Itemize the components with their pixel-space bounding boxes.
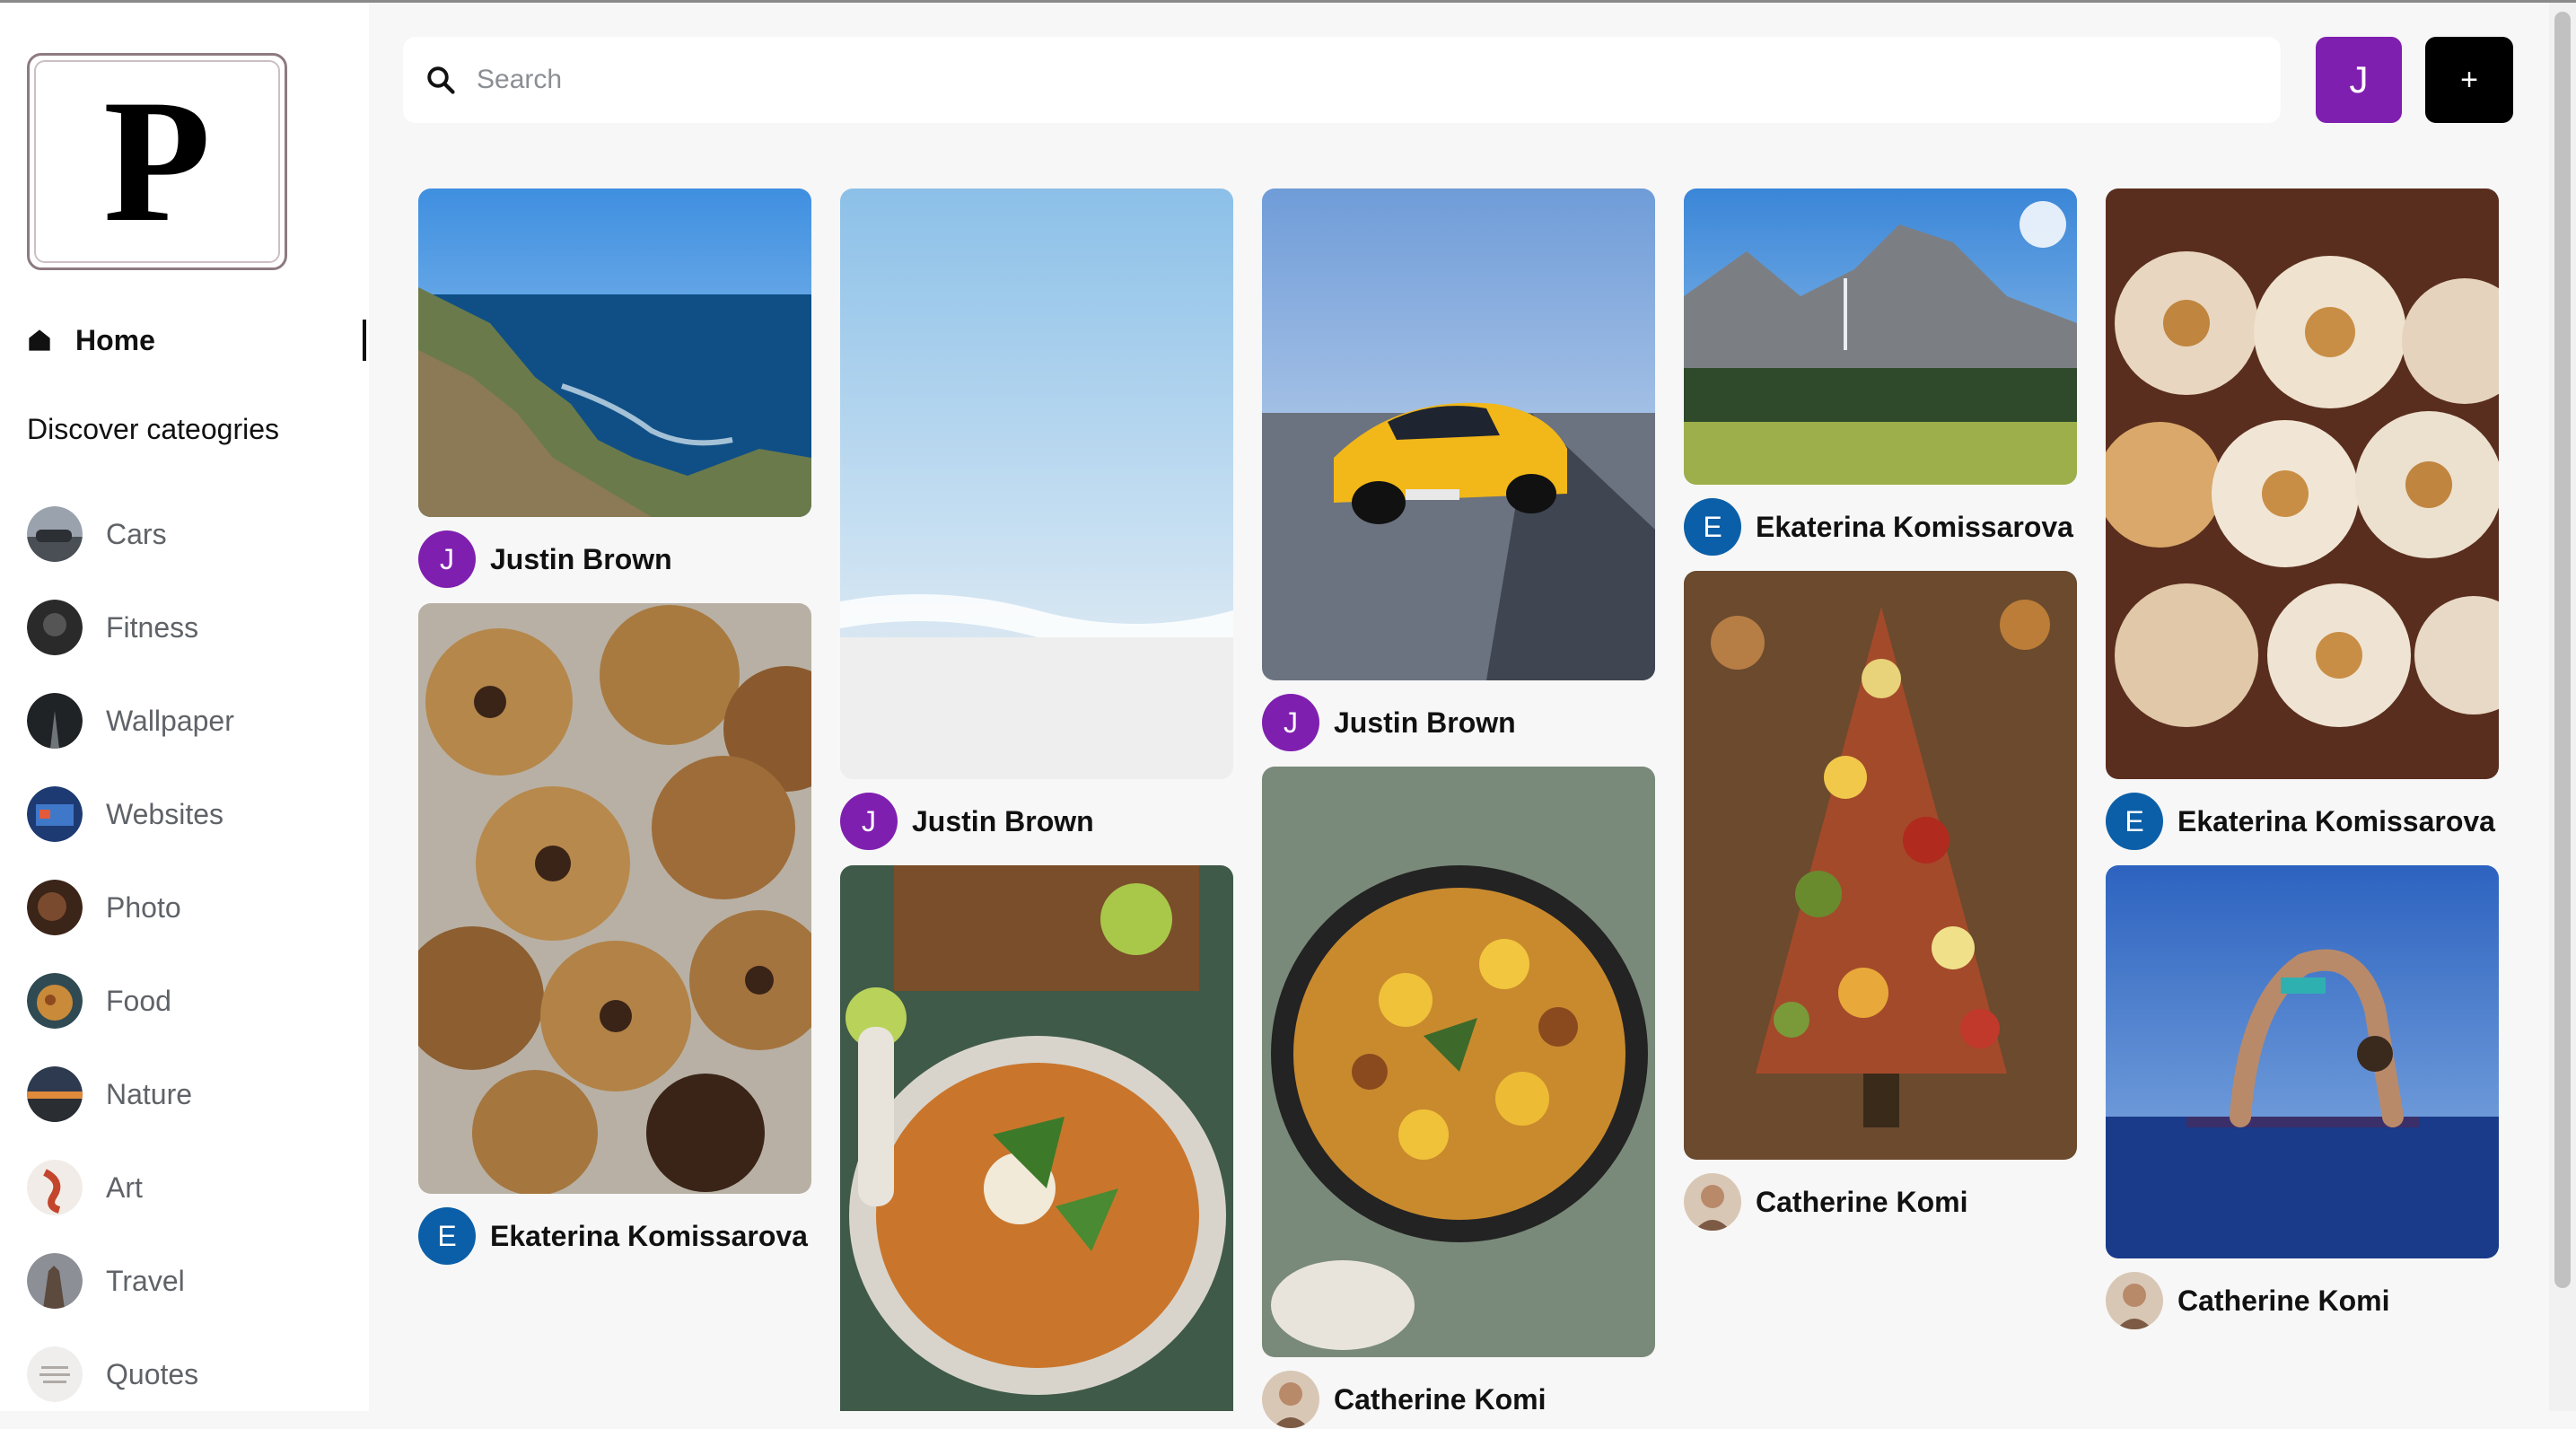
category-list: Cars Fitness Wallpaper Websites Photo Fo…: [27, 487, 359, 1421]
search-bar[interactable]: [403, 37, 2281, 123]
logo-frame: P: [34, 60, 280, 263]
user-avatar-button[interactable]: J: [2316, 37, 2402, 123]
author-name: Ekaterina Komissarova: [2177, 804, 2495, 837]
home-icon: [29, 329, 50, 351]
pin-author[interactable]: J Justin Brown: [418, 530, 672, 589]
websites-thumbnail-icon: [27, 786, 83, 842]
yoga-water-photo: [2106, 865, 2499, 1258]
pin-image-car[interactable]: [1262, 188, 1655, 680]
beach-aerial-photo: [840, 188, 1233, 779]
author-name: Justin Brown: [490, 542, 672, 575]
pin-author[interactable]: J Justin Brown: [840, 792, 1094, 851]
author-avatar: J: [418, 530, 476, 588]
author-avatar: J: [1262, 694, 1319, 751]
pin-author[interactable]: Catherine Komi: [1684, 1172, 1967, 1232]
logo[interactable]: P: [27, 53, 287, 270]
category-label: Wallpaper: [106, 704, 234, 737]
pin-image-charcuterie[interactable]: [1684, 571, 2077, 1160]
scrollbar[interactable]: [2549, 3, 2576, 1411]
category-label: Websites: [106, 797, 224, 830]
category-travel[interactable]: Travel: [27, 1234, 359, 1328]
author-name: Justin Brown: [1334, 706, 1516, 739]
search-icon: [427, 66, 455, 94]
pin-image-beach[interactable]: [840, 188, 1233, 779]
category-nature[interactable]: Nature: [27, 1048, 359, 1141]
fitness-thumbnail-icon: [27, 600, 83, 655]
pin-image-curry[interactable]: [840, 865, 1233, 1411]
add-pin-button[interactable]: +: [2425, 37, 2513, 123]
category-photo[interactable]: Photo: [27, 861, 359, 954]
logo-letter: P: [103, 64, 211, 259]
discover-heading: Discover cateogries: [27, 413, 279, 445]
search-input[interactable]: [475, 64, 2184, 96]
author-photo-icon: [1684, 1173, 1741, 1231]
category-label: Photo: [106, 890, 181, 924]
author-avatar: [1262, 1371, 1319, 1428]
author-name: Catherine Komi: [1756, 1185, 1968, 1218]
wallpaper-thumbnail-icon: [27, 693, 83, 749]
category-label: Cars: [106, 517, 167, 550]
sidebar: P Home Discover cateogries Cars Fitness …: [0, 3, 369, 1411]
author-name: Ekaterina Komissarova: [1756, 510, 2073, 543]
category-cars[interactable]: Cars: [27, 487, 359, 581]
category-fitness[interactable]: Fitness: [27, 581, 359, 674]
travel-thumbnail-icon: [27, 1253, 83, 1309]
author-avatar: E: [2106, 793, 2163, 850]
category-websites[interactable]: Websites: [27, 767, 359, 861]
scrollbar-thumb[interactable]: [2554, 12, 2571, 1288]
art-thumbnail-icon: [27, 1160, 83, 1215]
food-thumbnail-icon: [27, 973, 83, 1029]
pin-author[interactable]: E Ekaterina Komissarova: [1684, 497, 2073, 557]
coastline-photo: [418, 188, 811, 517]
author-avatar: [1684, 1173, 1741, 1231]
pin-author[interactable]: E Ekaterina Komissarova: [418, 1206, 808, 1266]
nav-home-label: Home: [75, 323, 155, 356]
author-photo-icon: [2106, 1272, 2163, 1329]
pin-image-cookies[interactable]: [418, 603, 811, 1194]
nature-thumbnail-icon: [27, 1066, 83, 1122]
orzo-pan-photo: [1262, 767, 1655, 1357]
pin-image-coastline[interactable]: [418, 188, 811, 517]
category-label: Fitness: [106, 610, 199, 644]
pin-image-yosemite[interactable]: [1684, 188, 2077, 485]
pin-image-orzo[interactable]: [1262, 767, 1655, 1357]
author-avatar: [2106, 1272, 2163, 1329]
category-label: Food: [106, 984, 171, 1017]
window-top-border: [0, 0, 2576, 3]
category-wallpaper[interactable]: Wallpaper: [27, 674, 359, 767]
author-avatar: E: [418, 1207, 476, 1265]
photo-thumbnail-icon: [27, 880, 83, 935]
author-avatar: E: [1684, 498, 1741, 556]
category-label: Travel: [106, 1264, 185, 1297]
nav-home[interactable]: Home: [27, 317, 368, 364]
pin-image-yoga[interactable]: [2106, 865, 2499, 1258]
author-name: Justin Brown: [912, 804, 1094, 837]
category-label: Quotes: [106, 1357, 199, 1390]
cars-thumbnail-icon: [27, 506, 83, 562]
category-label: Nature: [106, 1077, 193, 1110]
category-quotes[interactable]: Quotes: [27, 1328, 359, 1421]
pin-author[interactable]: E Ekaterina Komissarova: [2106, 792, 2495, 851]
author-name: Catherine Komi: [2177, 1284, 2390, 1317]
category-food[interactable]: Food: [27, 954, 359, 1048]
active-nav-indicator: [363, 320, 366, 361]
charcuterie-tree-photo: [1684, 571, 2077, 1160]
cinnamon-rolls-photo: [2106, 188, 2499, 779]
yellow-car-photo: [1262, 188, 1655, 680]
author-photo-icon: [1262, 1371, 1319, 1428]
yosemite-photo: [1684, 188, 2077, 485]
category-art[interactable]: Art: [27, 1141, 359, 1234]
curry-bowl-photo: [840, 865, 1233, 1411]
pin-author[interactable]: Catherine Komi: [2106, 1271, 2389, 1330]
pin-author[interactable]: Catherine Komi: [1262, 1370, 1546, 1429]
author-avatar: J: [840, 793, 898, 850]
pin-image-cinnamon-rolls[interactable]: [2106, 188, 2499, 779]
cookies-photo: [418, 603, 811, 1194]
quotes-thumbnail-icon: [27, 1346, 83, 1402]
author-name: Ekaterina Komissarova: [490, 1219, 808, 1252]
pin-author[interactable]: J Justin Brown: [1262, 693, 1516, 752]
category-label: Art: [106, 1170, 143, 1204]
